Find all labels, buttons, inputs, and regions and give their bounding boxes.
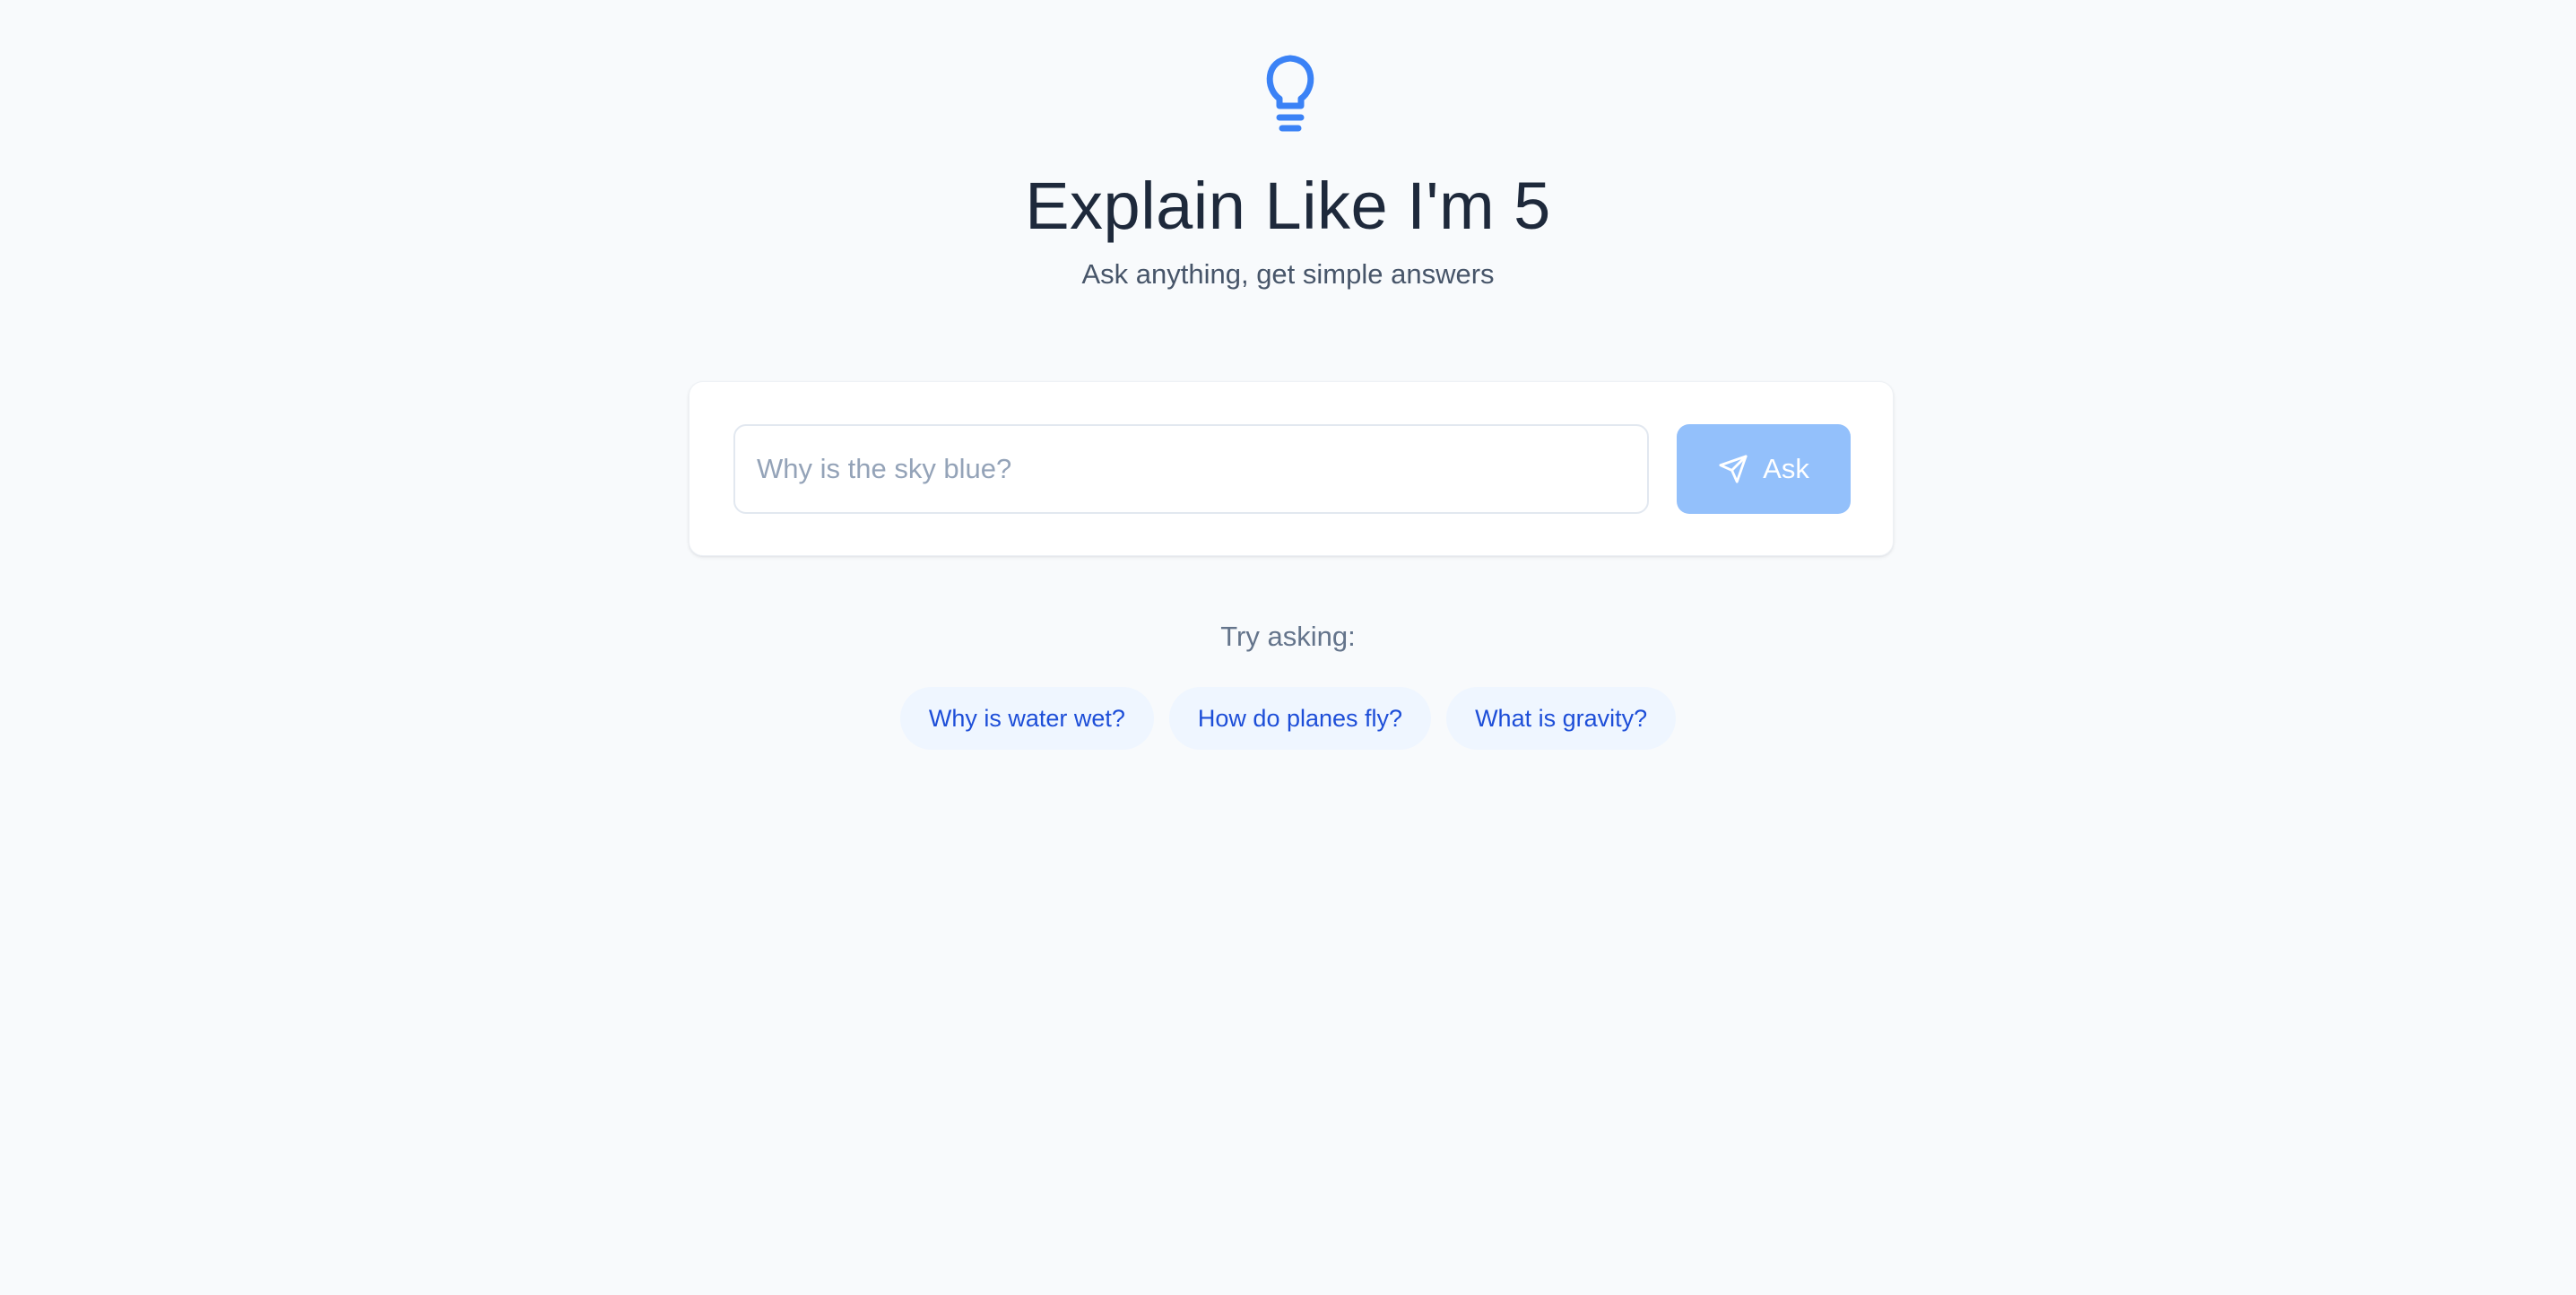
lightbulb-icon — [1262, 54, 1319, 136]
question-card: Ask — [689, 381, 1894, 556]
suggestion-chip-gravity[interactable]: What is gravity? — [1446, 687, 1677, 750]
suggestion-chip-planes[interactable]: How do planes fly? — [1168, 687, 1432, 750]
suggestion-list: Why is water wet? How do planes fly? Wha… — [0, 687, 2576, 750]
page: Explain Like I'm 5 Ask anything, get sim… — [0, 0, 2576, 1295]
page-subtitle: Ask anything, get simple answers — [1081, 258, 1495, 290]
send-icon — [1719, 455, 1748, 483]
suggestion-chip-water[interactable]: Why is water wet? — [899, 687, 1154, 750]
page-title: Explain Like I'm 5 — [1025, 169, 1551, 243]
suggestions-label: Try asking: — [1220, 621, 1356, 652]
ask-button-label: Ask — [1763, 453, 1809, 484]
ask-button[interactable]: Ask — [1677, 424, 1851, 514]
question-input[interactable] — [733, 424, 1649, 514]
